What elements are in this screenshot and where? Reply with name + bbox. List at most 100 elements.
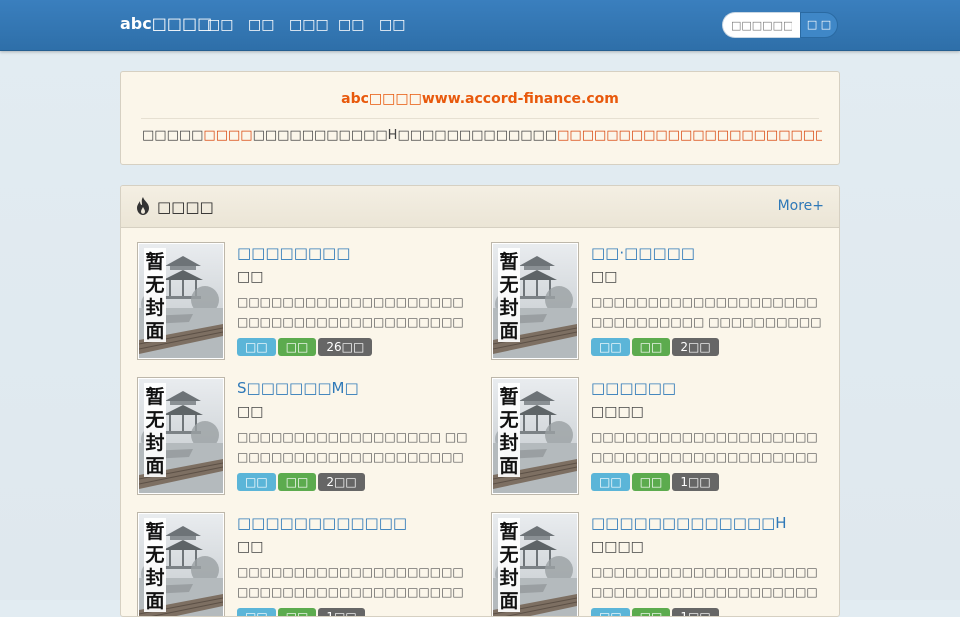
cover-char: 无 xyxy=(145,409,164,431)
site-info-title[interactable]: abc□□□□www.accord-finance.com xyxy=(121,91,839,107)
book-author: □□ xyxy=(237,269,264,285)
cover-image: 暂 无 封 面 xyxy=(139,514,223,616)
cover-char: 封 xyxy=(145,431,164,454)
site-info-text: □□□□□□□□□□□□□□□□□□□□H□□□□□□□□□□□□□□□□□□□… xyxy=(142,128,822,143)
info-highlight-2: □□□□□□□□□□□□□□□□□□□□□□□□□□□□□□□□ xyxy=(557,128,822,143)
wordcount-tag: 2□□ xyxy=(672,338,719,356)
status-tag: □□ xyxy=(631,338,671,356)
book-cover[interactable]: 暂 无 封 面 xyxy=(491,377,579,495)
cover-char: 面 xyxy=(499,590,518,612)
status-tag: □□ xyxy=(631,473,671,491)
book-tags: □□ □□ 26□□ xyxy=(237,338,374,356)
category-tag[interactable]: □□ xyxy=(591,473,630,491)
book-title[interactable]: □□□□□□□□ xyxy=(237,244,350,262)
book-description: □□□□□□□□□□□□□□□□□□□□□□□□□□□□□□□□□□□□□□□□… xyxy=(591,430,818,464)
book-tags: □□ □□ 2□□ xyxy=(237,473,367,491)
hot-books-panel: □□□□ More+ 暂 无 封 面 □□□□□□□□ □□ □□□□□□□□□… xyxy=(120,185,840,617)
book-cover[interactable]: 暂 无 封 面 xyxy=(491,242,579,360)
cover-image: 暂 无 封 面 xyxy=(493,379,577,493)
cover-char: 暂 xyxy=(499,385,518,408)
fire-icon xyxy=(137,197,149,215)
cover-char: 无 xyxy=(499,274,518,296)
book-author: □□ xyxy=(591,269,618,285)
cover-image: 暂 无 封 面 xyxy=(139,379,223,493)
book-title[interactable]: □□□□□□□□□□□□□H xyxy=(591,514,787,532)
book-title[interactable]: □□□□□□ xyxy=(591,379,676,397)
cover-char: 暂 xyxy=(145,520,164,543)
book-card[interactable]: 暂 无 封 面 □□□□□□□□□□□□□H □□□□ □□□□□□□□□□□□□□… xyxy=(491,512,831,616)
cover-image: 暂 无 封 面 xyxy=(493,514,577,616)
book-cover[interactable]: 暂 无 封 面 xyxy=(137,512,225,616)
status-tag: □□ xyxy=(277,473,317,491)
book-card[interactable]: 暂 无 封 面 □□□□□□□□□□□□□□□□□□□□□□□□□□□□□□□□… xyxy=(137,242,477,362)
search-button[interactable]: □ □ xyxy=(800,12,838,38)
book-card[interactable]: 暂 无 封 面 □□□□□□□□□□□□□□□□□□□□□□□□□□□□□□□□… xyxy=(137,512,477,616)
cover-char: 封 xyxy=(499,296,518,319)
book-tags: □□ □□ 1□□ xyxy=(591,473,721,491)
book-card[interactable]: 暂 无 封 面 □□□□□□□□□□□□□□□□□□□□□□□□□□□□□□□□… xyxy=(491,377,831,497)
info-text-part: □□□□□□□□□□□H□□□□□□□□□□□□□ xyxy=(252,128,558,143)
book-cover[interactable]: 暂 无 封 面 xyxy=(491,512,579,616)
panel-title: □□□□ xyxy=(157,198,214,216)
book-cover[interactable]: 暂 无 封 面 xyxy=(137,242,225,360)
cover-char: 封 xyxy=(145,566,164,589)
cover-char: 暂 xyxy=(145,385,164,408)
site-info-panel: abc□□□□www.accord-finance.com □□□□□□□□□□… xyxy=(120,71,840,165)
wordcount-tag: 2□□ xyxy=(318,473,365,491)
nav-item-4[interactable]: □□ xyxy=(338,17,364,33)
panel-header: □□□□ More+ xyxy=(121,186,839,228)
wordcount-tag: 1□□ xyxy=(672,608,719,616)
cover-char: 面 xyxy=(499,455,518,477)
cover-char: 封 xyxy=(145,296,164,319)
book-author: □□ xyxy=(237,539,264,555)
cover-char: 暂 xyxy=(499,520,518,543)
category-tag[interactable]: □□ xyxy=(591,608,630,616)
book-card[interactable]: 暂 无 封 面 □□·□□□□□ □□ □□□□□□□□□□□□□□□□□□□□□□… xyxy=(491,242,831,362)
book-description: □□□□□□□□□□□□□□□□□□ □□□□□□□□□□□□□□□□□□□□□… xyxy=(237,430,468,464)
book-title[interactable]: □□·□□□□□ xyxy=(591,244,695,262)
book-tags: □□ □□ 1□□ xyxy=(591,608,721,616)
cover-char: 面 xyxy=(145,590,164,612)
nav-item-3[interactable]: □□□ xyxy=(289,17,329,33)
book-card[interactable]: 暂 无 封 面 S□□□□□□M□ □□ □□□□□□□□□□□□□□□□□□ □□… xyxy=(137,377,477,497)
status-tag: □□ xyxy=(631,608,671,616)
top-navbar: abc□□□□ □□ □□ □□□ □□ □□ □ □ xyxy=(0,0,960,51)
cover-char: 暂 xyxy=(145,250,164,273)
book-description: □□□□□□□□□□□□□□□□□□□□□□□□□□□□□□□□□□□□□□□□… xyxy=(591,565,818,599)
search-input[interactable] xyxy=(722,12,800,38)
book-author: □□ xyxy=(237,404,264,420)
cover-image: 暂 无 封 面 xyxy=(139,244,223,358)
nav-item-5[interactable]: □□ xyxy=(379,17,405,33)
status-tag: □□ xyxy=(277,338,317,356)
nav-item-1[interactable]: □□ xyxy=(207,17,233,33)
wordcount-tag: 1□□ xyxy=(318,608,365,616)
cover-char: 无 xyxy=(145,544,164,566)
book-tags: □□ □□ 2□□ xyxy=(591,338,721,356)
more-link[interactable]: More+ xyxy=(778,198,824,214)
wordcount-tag: 26□□ xyxy=(318,338,373,356)
wordcount-tag: 1□□ xyxy=(672,473,719,491)
nav-item-2[interactable]: □□ xyxy=(248,17,274,33)
info-highlight-1: □□□□ xyxy=(203,128,253,143)
book-cover[interactable]: 暂 无 封 面 xyxy=(137,377,225,495)
cover-char: 面 xyxy=(145,455,164,477)
category-tag[interactable]: □□ xyxy=(237,338,276,356)
cover-char: 面 xyxy=(145,320,164,342)
book-description: □□□□□□□□□□□□□□□□□□□□□□□□□□□□□□□□□□□□□□□□… xyxy=(237,565,464,599)
site-logo[interactable]: abc□□□□ xyxy=(120,14,212,33)
cover-char: 无 xyxy=(145,274,164,296)
category-tag[interactable]: □□ xyxy=(237,608,276,616)
book-tags: □□ □□ 1□□ xyxy=(237,608,367,616)
cover-char: 无 xyxy=(499,409,518,431)
info-text-part: □□□□□ xyxy=(142,128,204,143)
cover-char: 封 xyxy=(499,566,518,589)
book-author: □□□□ xyxy=(591,539,644,555)
book-title[interactable]: □□□□□□□□□□□□ xyxy=(237,514,407,532)
category-tag[interactable]: □□ xyxy=(591,338,630,356)
book-description: □□□□□□□□□□□□□□□□□□□□□□□□□□□□□□□□□□□□□□□□… xyxy=(237,295,464,329)
book-description: □□□□□□□□□□□□□□□□□□□□□□□□□□□□□□ □□□□□□□□□… xyxy=(591,295,822,329)
book-title[interactable]: S□□□□□□M□ xyxy=(237,379,359,397)
category-tag[interactable]: □□ xyxy=(237,473,276,491)
status-tag: □□ xyxy=(277,608,317,616)
cover-char: 封 xyxy=(499,431,518,454)
